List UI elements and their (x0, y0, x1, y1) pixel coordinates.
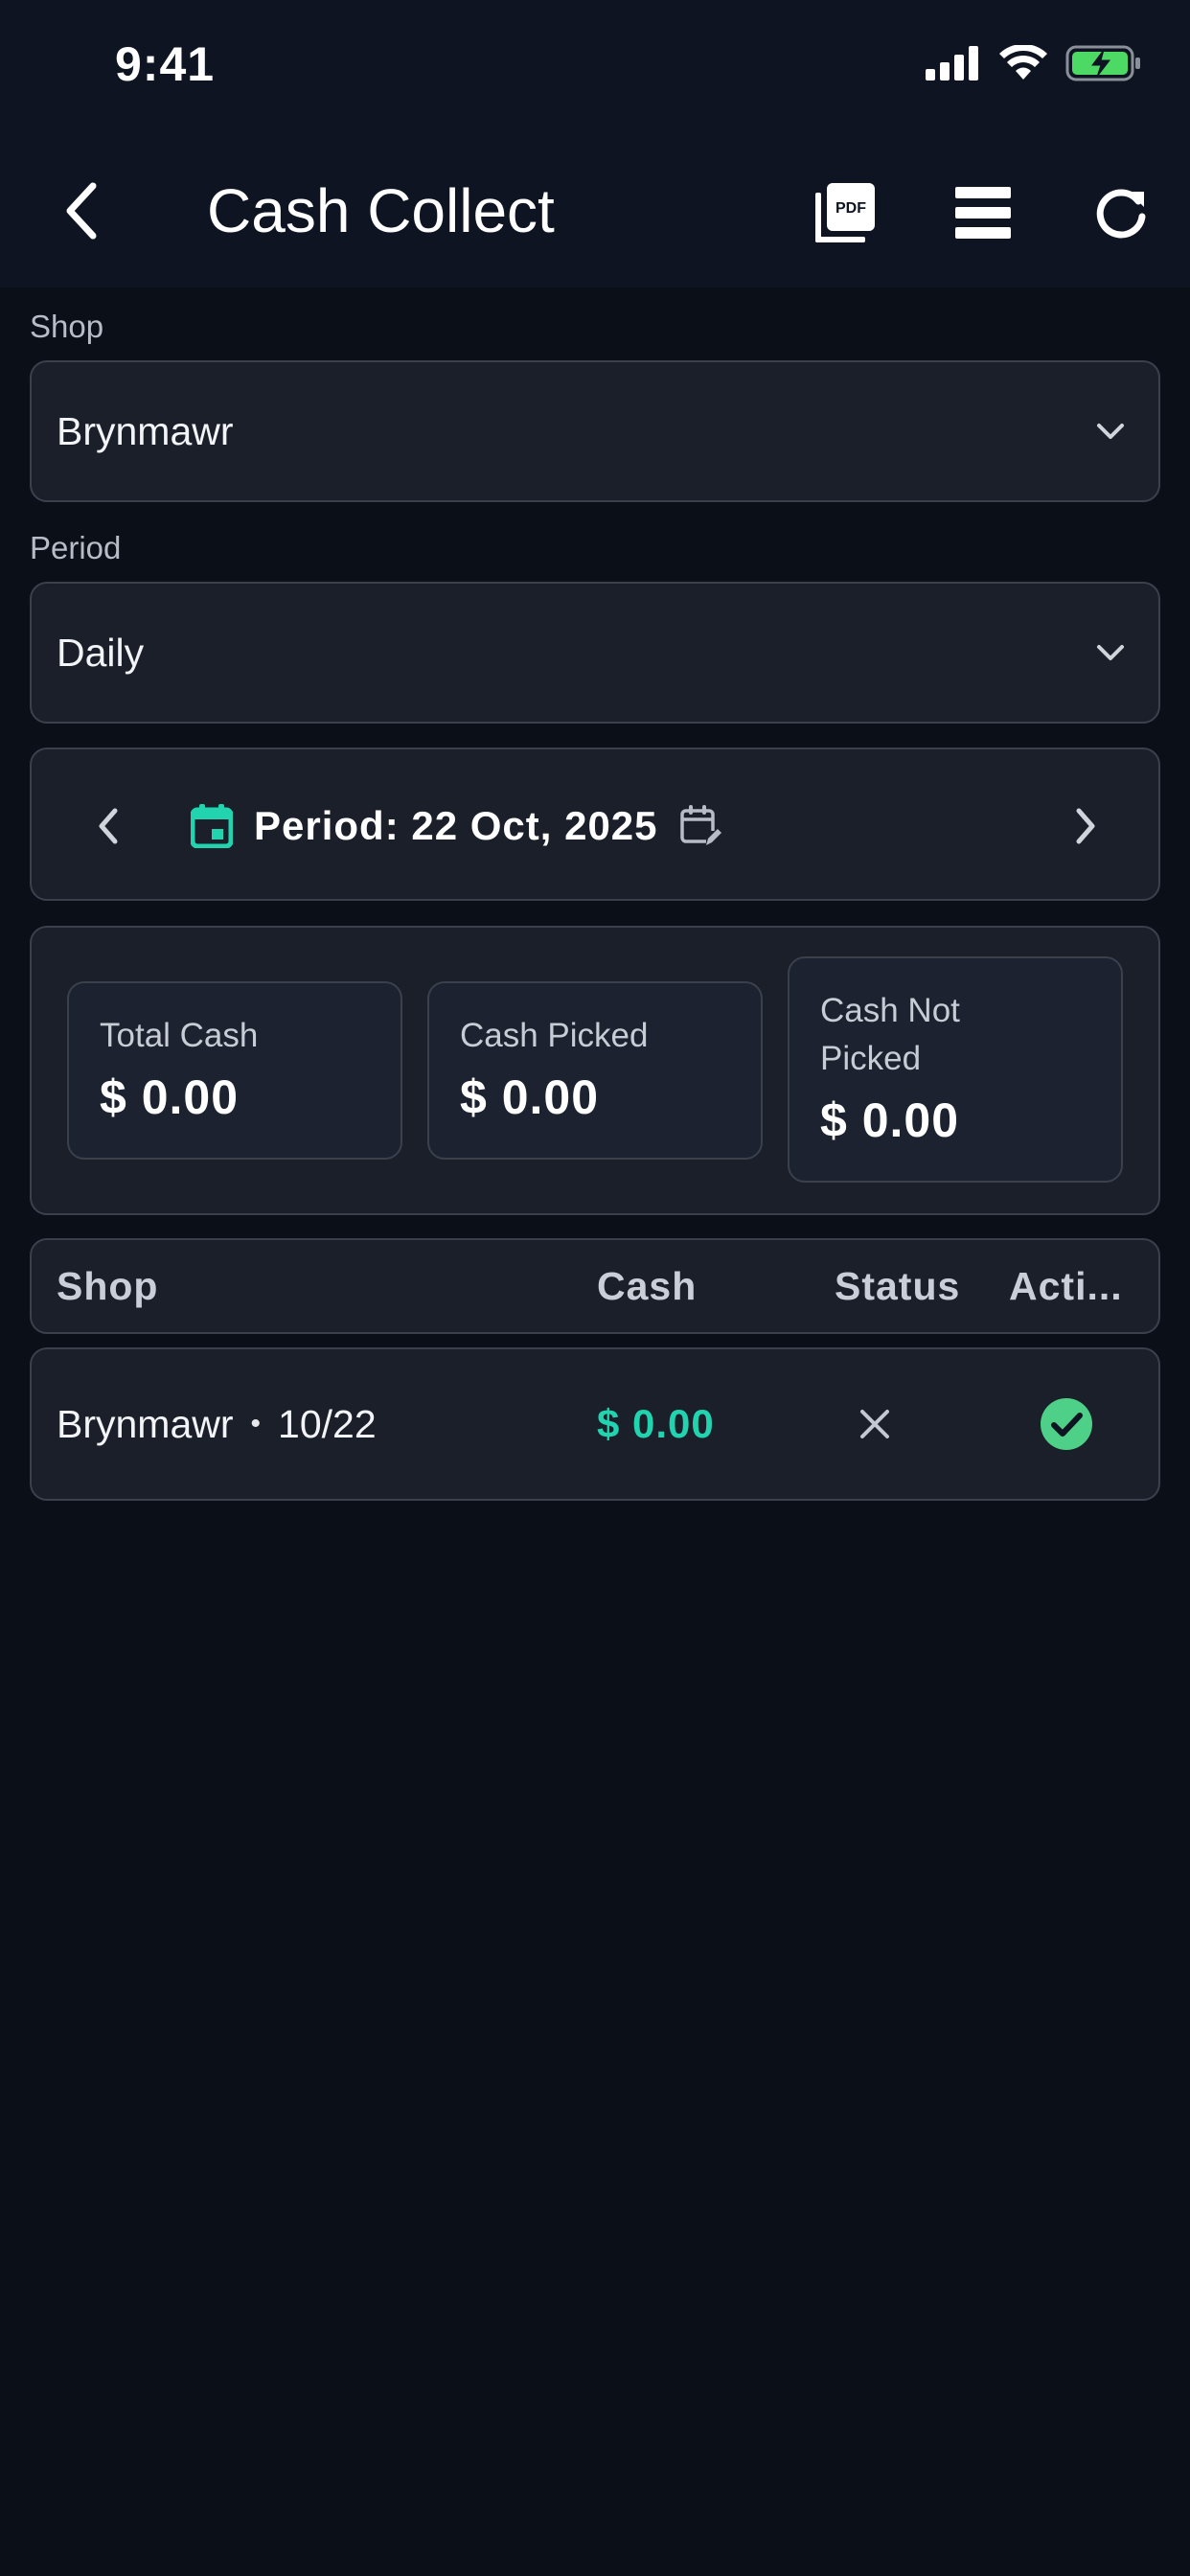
page-title: Cash Collect (207, 176, 555, 245)
cash-picked-card: Cash Picked $ 0.00 (427, 981, 763, 1160)
check-circle-icon (1041, 1398, 1092, 1450)
period-text: Period: 22 Oct, 2025 (254, 803, 658, 848)
row-status-cell (836, 1349, 913, 1499)
back-button[interactable] (48, 172, 115, 249)
refresh-button[interactable] (1083, 174, 1159, 251)
menu-button[interactable] (945, 174, 1021, 251)
chevron-left-icon (99, 808, 118, 844)
chevron-down-icon (1091, 412, 1130, 450)
summary-card-value: $ 0.00 (100, 1070, 240, 1124)
row-shop-name: Brynmawr (57, 1401, 234, 1446)
cellular-signal-icon (926, 46, 978, 80)
summary-card-label: Total Cash (100, 1017, 259, 1054)
chevron-down-icon (1091, 633, 1130, 672)
shop-select[interactable]: Brynmawr (30, 360, 1160, 502)
column-header-status[interactable]: Status (835, 1240, 960, 1332)
row-action-cell (1028, 1349, 1105, 1499)
column-header-cash[interactable]: Cash (597, 1240, 697, 1332)
column-header-shop[interactable]: Shop (57, 1240, 158, 1332)
row-date: 10/22 (278, 1401, 377, 1446)
cash-summary: Total Cash $ 0.00 Cash Picked $ 0.00 Cas… (30, 926, 1160, 1215)
period-select[interactable]: Daily (30, 582, 1160, 724)
menu-icon (955, 187, 1011, 239)
mark-picked-button[interactable] (1040, 1397, 1093, 1451)
close-icon (860, 1410, 889, 1438)
next-period-button[interactable] (1047, 788, 1124, 864)
edit-date-button[interactable] (679, 804, 721, 848)
period-display: Period: 22 Oct, 2025 (191, 788, 721, 864)
period-navigator: Period: 22 Oct, 2025 (30, 748, 1160, 901)
shop-label: Shop (30, 309, 104, 344)
pdf-icon-label: PDF (835, 200, 866, 217)
period-select-value: Daily (57, 630, 145, 675)
table-header: Shop Cash Status Acti... (30, 1238, 1160, 1334)
row-shop-cell: Brynmawr • 10/22 (57, 1349, 377, 1499)
summary-card-value: $ 0.00 (820, 1093, 960, 1147)
calendar-edit-icon (679, 805, 721, 846)
row-separator: • (250, 1408, 262, 1439)
previous-period-button[interactable] (70, 788, 147, 864)
status-bar: 9:41 (0, 0, 1190, 134)
status-icons (926, 44, 1142, 82)
back-chevron-icon (66, 182, 97, 240)
total-cash-card: Total Cash $ 0.00 (67, 981, 402, 1160)
cash-not-picked-card: Cash Not Picked $ 0.00 (788, 956, 1123, 1183)
summary-card-label: Cash Not Picked (820, 992, 960, 1077)
summary-card-value: $ 0.00 (460, 1070, 600, 1124)
period-label: Period (30, 530, 122, 565)
table-row[interactable]: Brynmawr • 10/22 $ 0.00 (30, 1347, 1160, 1501)
summary-card-label: Cash Picked (460, 1017, 649, 1054)
shop-select-value: Brynmawr (57, 408, 234, 453)
calendar-icon (191, 804, 233, 848)
column-header-action[interactable]: Acti... (1009, 1240, 1123, 1332)
row-cash-cell: $ 0.00 (597, 1401, 715, 1446)
chevron-right-icon (1076, 808, 1095, 844)
pdf-button[interactable]: PDF (807, 174, 883, 251)
status-time: 9:41 (115, 37, 216, 91)
wifi-icon (999, 45, 1047, 80)
battery-charging-icon (1065, 45, 1140, 81)
pdf-icon: PDF (815, 183, 875, 242)
app-bar: Cash Collect PDF (0, 134, 1190, 288)
refresh-icon (1096, 189, 1146, 239)
